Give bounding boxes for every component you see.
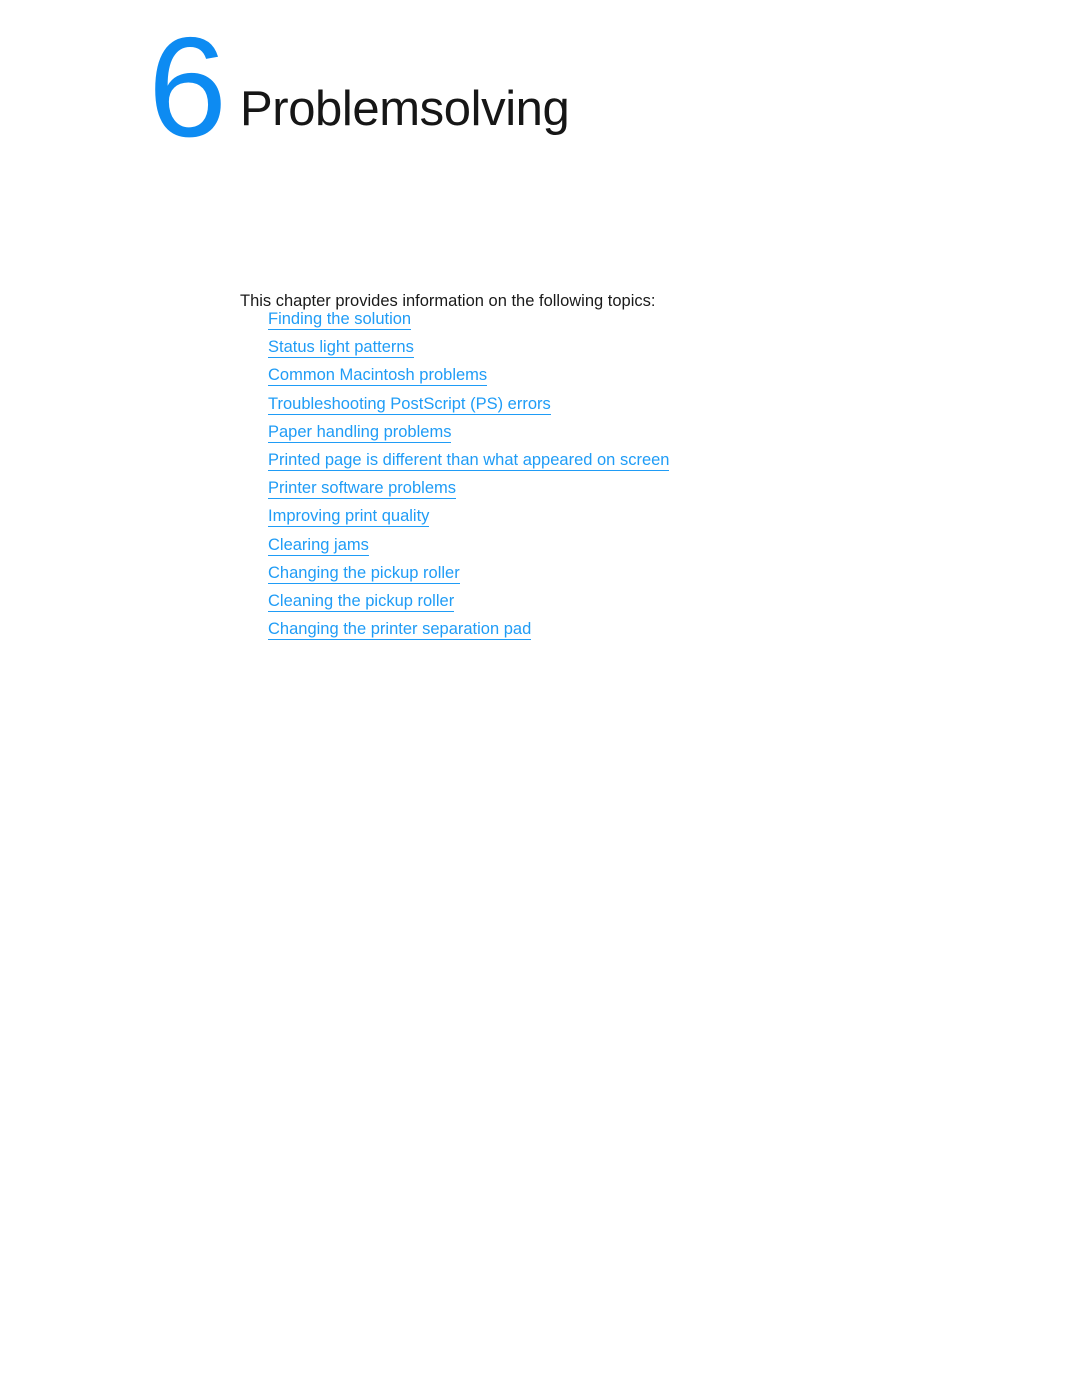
toc-link-changing-the-printer-separation-pad[interactable]: Changing the printer separation pad — [268, 620, 532, 641]
document-page: 6 Problemsolving This chapter provides i… — [0, 0, 1080, 1397]
chapter-heading: 6 Problemsolving — [0, 0, 1080, 200]
list-item: Common Macintosh problems — [268, 361, 669, 389]
list-item: Finding the solution — [268, 305, 669, 333]
list-item: Cleaning the pickup roller — [268, 587, 669, 615]
list-item: Clearing jams — [268, 531, 669, 559]
toc-link-printed-page-is-different[interactable]: Printed page is different than what appe… — [268, 450, 670, 471]
page-title: Problemsolving — [240, 81, 570, 136]
list-item: Paper handling problems — [268, 418, 669, 446]
chapter-toc-list: Finding the solution Status light patter… — [268, 305, 670, 643]
list-item: Troubleshooting PostScript (PS) errors — [268, 390, 669, 418]
list-item: Printed page is different than what appe… — [268, 446, 670, 474]
list-item: Status light patterns — [268, 333, 669, 361]
toc-link-status-light-patterns[interactable]: Status light patterns — [268, 338, 414, 359]
toc-link-cleaning-the-pickup-roller[interactable]: Cleaning the pickup roller — [268, 591, 455, 612]
toc-link-changing-the-pickup-roller[interactable]: Changing the pickup roller — [268, 563, 460, 584]
toc-link-finding-the-solution[interactable]: Finding the solution — [268, 310, 412, 330]
list-item: Improving print quality — [268, 502, 669, 530]
toc-link-clearing-jams[interactable]: Clearing jams — [268, 535, 369, 556]
list-item: Changing the printer separation pad — [268, 615, 669, 643]
toc-link-common-macintosh-problems[interactable]: Common Macintosh problems — [268, 366, 488, 387]
toc-link-paper-handling-problems[interactable]: Paper handling problems — [268, 422, 452, 443]
chapter-number: 6 — [148, 8, 227, 167]
toc-link-troubleshooting-postscript-errors[interactable]: Troubleshooting PostScript (PS) errors — [268, 394, 551, 415]
page-footer: ENWW Problemsolving69 — [0, 1277, 1080, 1397]
toc-link-improving-print-quality[interactable]: Improving print quality — [268, 507, 430, 528]
list-item: Changing the pickup roller — [268, 559, 669, 587]
list-item: Printer software problems — [268, 474, 669, 502]
toc-link-printer-software-problems[interactable]: Printer software problems — [268, 479, 456, 500]
